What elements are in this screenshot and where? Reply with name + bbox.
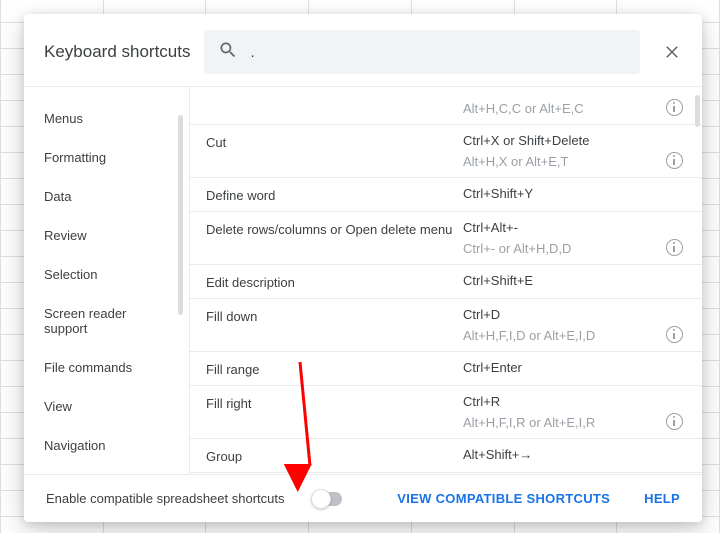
shortcut-row: Delete rows/columns or Open delete menuC… [190, 212, 702, 265]
shortcut-alt: Alt+H,X or Alt+E,T [463, 154, 662, 169]
command-name: Fill down [206, 307, 463, 343]
shortcut-key: Alt+H,C,C or Alt+E,C [463, 95, 662, 116]
shortcut-key: Ctrl+Alt+-Ctrl+- or Alt+H,D,D [463, 220, 662, 256]
info-icon[interactable] [666, 239, 683, 256]
dialog-body: MenusFormattingDataReviewSelectionScreen… [24, 86, 702, 474]
sidebar-item-screen-reader-support[interactable]: Screen reader support [24, 294, 189, 348]
main-scrollbar[interactable] [695, 95, 700, 127]
shortcut-row: Fill downCtrl+DAlt+H,F,I,D or Alt+E,I,D [190, 299, 702, 352]
command-name: Edit description [206, 273, 463, 290]
sidebar-item-file-commands[interactable]: File commands [24, 348, 189, 387]
sidebar-item-help[interactable]: Help [24, 465, 189, 474]
command-name: Fill right [206, 394, 463, 430]
view-compatible-button[interactable]: View compatible shortcuts [393, 483, 614, 514]
shortcut-row: GroupAlt+Shift+→ [190, 439, 702, 473]
command-name: Group [206, 447, 463, 464]
command-name: Define word [206, 186, 463, 203]
dialog-title: Keyboard shortcuts [44, 42, 190, 62]
dialog-footer: Enable compatible spreadsheet shortcuts … [24, 474, 702, 522]
sidebar: MenusFormattingDataReviewSelectionScreen… [24, 87, 189, 474]
info-icon[interactable] [666, 326, 683, 343]
shortcut-alt: Ctrl+- or Alt+H,D,D [463, 241, 662, 256]
shortcut-key: Ctrl+DAlt+H,F,I,D or Alt+E,I,D [463, 307, 662, 343]
sidebar-item-menus[interactable]: Menus [24, 99, 189, 138]
sidebar-item-data[interactable]: Data [24, 177, 189, 216]
close-button[interactable] [654, 34, 690, 70]
shortcut-key: Alt+Shift+→ [463, 447, 662, 464]
sidebar-item-selection[interactable]: Selection [24, 255, 189, 294]
shortcut-key: Ctrl+Enter [463, 360, 662, 377]
info-icon[interactable] [666, 99, 683, 116]
sidebar-item-review[interactable]: Review [24, 216, 189, 255]
shortcut-row: Edit descriptionCtrl+Shift+E [190, 265, 702, 299]
sidebar-item-formatting[interactable]: Formatting [24, 138, 189, 177]
sidebar-item-navigation[interactable]: Navigation [24, 426, 189, 465]
shortcut-key: Ctrl+X or Shift+DeleteAlt+H,X or Alt+E,T [463, 133, 662, 169]
shortcut-alt: Alt+H,F,I,R or Alt+E,I,R [463, 415, 662, 430]
search-input[interactable] [250, 44, 626, 61]
dialog-header: Keyboard shortcuts [24, 14, 702, 86]
compat-toggle[interactable] [312, 492, 342, 506]
shortcut-row: Define wordCtrl+Shift+Y [190, 178, 702, 212]
shortcut-key: Ctrl+Shift+E [463, 273, 662, 290]
shortcut-row: Fill rightCtrl+RAlt+H,F,I,R or Alt+E,I,R [190, 386, 702, 439]
sidebar-scrollbar[interactable] [178, 115, 183, 315]
shortcut-row: CutCtrl+X or Shift+DeleteAlt+H,X or Alt+… [190, 125, 702, 178]
info-icon[interactable] [666, 152, 683, 169]
info-icon[interactable] [666, 413, 683, 430]
shortcut-row: Alt+H,C,C or Alt+E,C [190, 87, 702, 125]
keyboard-shortcuts-dialog: Keyboard shortcuts MenusFormattingDataRe… [24, 14, 702, 522]
toggle-label: Enable compatible spreadsheet shortcuts [46, 491, 284, 506]
command-name: Cut [206, 133, 463, 169]
shortcut-alt: Alt+H,F,I,D or Alt+E,I,D [463, 328, 662, 343]
shortcut-alt: Alt+H,C,C or Alt+E,C [463, 101, 662, 116]
shortcut-key: Ctrl+Shift+Y [463, 186, 662, 203]
shortcut-key: Ctrl+RAlt+H,F,I,R or Alt+E,I,R [463, 394, 662, 430]
help-button[interactable]: Help [640, 483, 684, 514]
sidebar-item-view[interactable]: View [24, 387, 189, 426]
command-name: Delete rows/columns or Open delete menu [206, 220, 463, 256]
search-icon [218, 40, 238, 65]
command-name: Fill range [206, 360, 463, 377]
shortcuts-panel: Alt+H,C,C or Alt+E,C CutCtrl+X or Shift+D… [189, 87, 702, 474]
command-name [206, 95, 463, 116]
shortcut-row: Fill rangeCtrl+Enter [190, 352, 702, 386]
search-box[interactable] [204, 30, 640, 74]
